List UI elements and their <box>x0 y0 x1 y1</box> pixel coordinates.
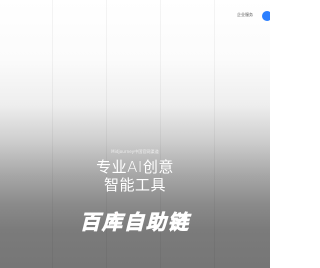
hero-headline-line2: 智能工具 <box>103 176 166 194</box>
user-avatar[interactable] <box>262 11 270 21</box>
brand-logo: 百库自助链 <box>80 210 192 235</box>
hero-tagline: Midjourney中国官网渠道 <box>111 149 159 154</box>
hero-headline-line1: 专业AI创意 <box>96 158 174 176</box>
enterprise-service-link[interactable]: 企业服务 <box>237 12 253 18</box>
brand-logo-text: 百库自助链 <box>80 210 192 234</box>
landing-page: 企业服务 Midjourney中国官网渠道 专业AI创意 智能工具 百库自助链 <box>0 0 270 268</box>
